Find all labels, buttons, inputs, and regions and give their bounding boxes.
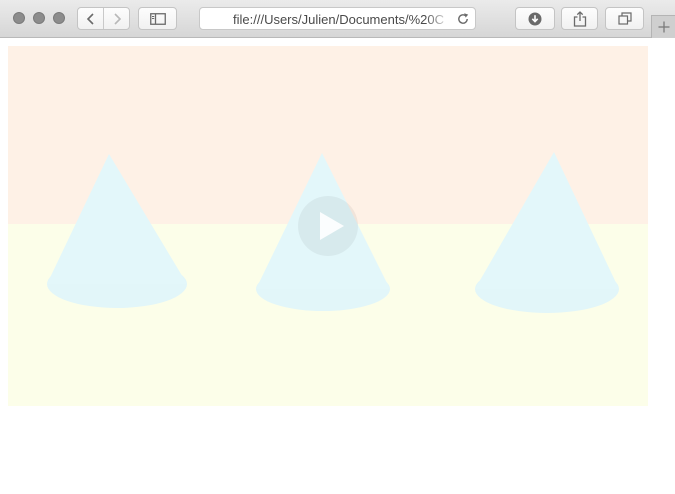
forward-button[interactable] <box>103 8 129 29</box>
zoom-window-button[interactable] <box>53 12 65 24</box>
new-tab-button[interactable] <box>651 15 675 38</box>
share-button[interactable] <box>561 7 598 30</box>
address-url: file:///Users/Julien/Documents/%20C <box>233 12 444 27</box>
browser-toolbar: file:///Users/Julien/Documents/%20C <box>0 0 675 38</box>
video-player[interactable] <box>8 46 648 406</box>
video-frame <box>8 46 648 406</box>
sidebar-button[interactable] <box>138 7 177 30</box>
back-button[interactable] <box>78 8 103 29</box>
browser-window: file:///Users/Julien/Documents/%20C <box>0 0 675 494</box>
address-bar[interactable]: file:///Users/Julien/Documents/%20C <box>199 7 476 30</box>
chevron-left-icon <box>86 12 94 25</box>
play-button[interactable] <box>298 196 358 256</box>
plus-icon <box>658 21 669 33</box>
minimize-window-button[interactable] <box>33 12 45 24</box>
reload-icon[interactable] <box>456 12 470 26</box>
downloads-button[interactable] <box>515 7 555 30</box>
close-window-button[interactable] <box>13 12 25 24</box>
chevron-right-icon <box>113 12 121 25</box>
download-icon <box>528 12 542 25</box>
sidebar-icon <box>149 12 166 25</box>
tab-overview-button[interactable] <box>605 7 644 30</box>
navigation-buttons <box>77 7 130 30</box>
tabs-overview-icon <box>617 12 632 25</box>
share-icon <box>573 10 586 27</box>
